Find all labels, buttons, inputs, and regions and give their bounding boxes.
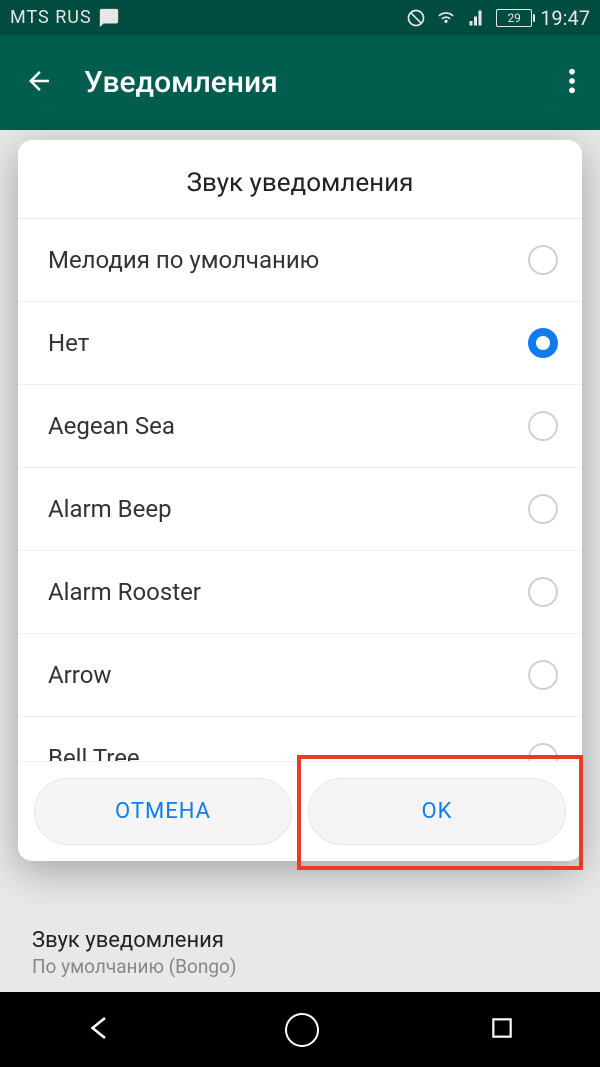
dnd-icon xyxy=(406,8,426,28)
radio-icon xyxy=(528,660,558,690)
app-bar: Уведомления xyxy=(0,35,600,130)
settings-item-subtitle: По умолчанию (Bongo) xyxy=(32,955,568,978)
sound-picker-dialog: Звук уведомления Мелодия по умолчанию Нет… xyxy=(18,140,582,861)
nav-recent-button[interactable] xyxy=(489,1015,515,1045)
battery-icon: 29 xyxy=(496,9,532,27)
option-label: Нет xyxy=(48,329,89,357)
sound-option[interactable]: Alarm Beep xyxy=(18,468,582,551)
sound-option[interactable]: Мелодия по умолчанию xyxy=(18,219,582,302)
sound-option[interactable]: Alarm Rooster xyxy=(18,551,582,634)
wifi-icon xyxy=(434,8,458,28)
status-bar: MTS RUS 29 19:47 xyxy=(0,0,600,35)
overflow-menu-button[interactable] xyxy=(562,61,582,105)
option-label: Bell Tree xyxy=(48,744,140,761)
option-label: Alarm Beep xyxy=(48,495,172,523)
back-button[interactable] xyxy=(18,60,60,106)
radio-icon xyxy=(528,494,558,524)
signal-icon xyxy=(466,9,488,27)
nav-home-button[interactable] xyxy=(285,1013,319,1047)
clock-label: 19:47 xyxy=(540,6,590,30)
cancel-button[interactable]: ОТМЕНА xyxy=(34,778,292,845)
options-list[interactable]: Мелодия по умолчанию Нет Aegean Sea Alarm B… xyxy=(18,219,582,761)
option-label: Arrow xyxy=(48,661,111,689)
settings-item-title: Звук уведомления xyxy=(32,928,568,953)
radio-icon xyxy=(528,411,558,441)
sound-option[interactable]: Нет xyxy=(18,302,582,385)
chat-icon xyxy=(98,7,120,29)
sound-option[interactable]: Bell Tree xyxy=(18,717,582,761)
option-label: Мелодия по умолчанию xyxy=(48,246,319,274)
radio-icon xyxy=(528,577,558,607)
system-nav-bar xyxy=(0,992,600,1067)
dialog-actions: ОТМЕНА OK xyxy=(18,761,582,861)
settings-item-notification-sound[interactable]: Звук уведомления По умолчанию (Bongo) xyxy=(0,916,600,992)
carrier-label: MTS RUS xyxy=(10,7,92,28)
radio-icon xyxy=(528,743,558,761)
sound-option[interactable]: Aegean Sea xyxy=(18,385,582,468)
sound-option[interactable]: Arrow xyxy=(18,634,582,717)
nav-back-button[interactable] xyxy=(85,1013,115,1047)
page-title: Уведомления xyxy=(84,65,278,100)
radio-icon xyxy=(528,328,558,358)
option-label: Aegean Sea xyxy=(48,412,175,440)
dialog-title: Звук уведомления xyxy=(18,140,582,219)
option-label: Alarm Rooster xyxy=(48,578,201,606)
radio-icon xyxy=(528,245,558,275)
ok-button[interactable]: OK xyxy=(308,778,566,845)
